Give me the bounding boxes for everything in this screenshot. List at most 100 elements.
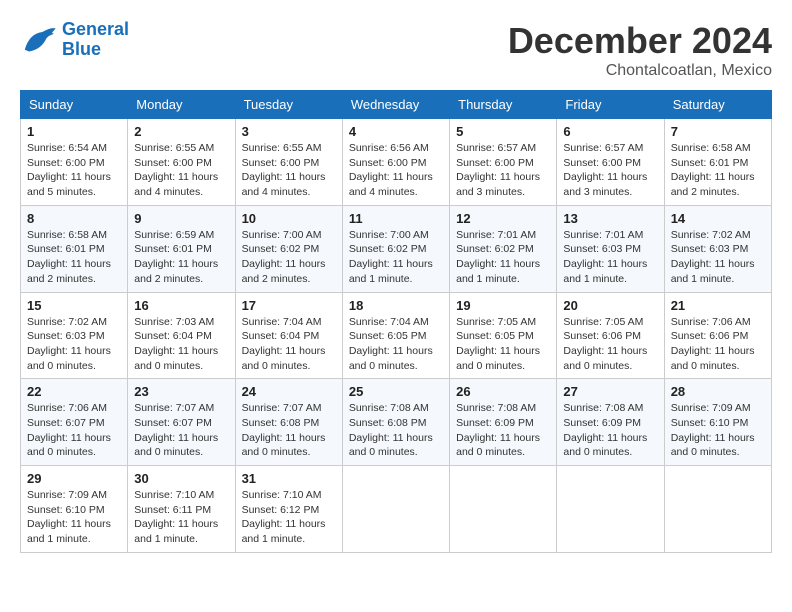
calendar-day-cell bbox=[342, 466, 449, 553]
day-number: 22 bbox=[27, 384, 121, 399]
day-info: Sunrise: 7:05 AM Sunset: 6:06 PM Dayligh… bbox=[563, 315, 657, 374]
day-info: Sunrise: 7:02 AM Sunset: 6:03 PM Dayligh… bbox=[27, 315, 121, 374]
calendar-week-row: 8Sunrise: 6:58 AM Sunset: 6:01 PM Daylig… bbox=[21, 205, 772, 292]
day-number: 7 bbox=[671, 124, 765, 139]
day-number: 26 bbox=[456, 384, 550, 399]
day-info: Sunrise: 7:03 AM Sunset: 6:04 PM Dayligh… bbox=[134, 315, 228, 374]
calendar-day-cell: 4Sunrise: 6:56 AM Sunset: 6:00 PM Daylig… bbox=[342, 119, 449, 206]
day-info: Sunrise: 7:10 AM Sunset: 6:12 PM Dayligh… bbox=[242, 488, 336, 547]
calendar-week-row: 1 Sunrise: 6:54 AM Sunset: 6:00 PM Daylig… bbox=[21, 119, 772, 206]
day-info: Sunrise: 6:59 AM Sunset: 6:01 PM Dayligh… bbox=[134, 228, 228, 287]
month-title: December 2024 bbox=[508, 20, 772, 62]
day-number: 29 bbox=[27, 471, 121, 486]
calendar-day-cell: 10 Sunrise: 7:00 AM Sunset: 6:02 PM Dayli… bbox=[235, 205, 342, 292]
day-number: 30 bbox=[134, 471, 228, 486]
day-info: Sunrise: 6:54 AM Sunset: 6:00 PM Dayligh… bbox=[27, 141, 121, 200]
calendar-day-cell: 20 Sunrise: 7:05 AM Sunset: 6:06 PM Dayli… bbox=[557, 292, 664, 379]
day-of-week-header: Saturday bbox=[664, 91, 771, 119]
day-number: 14 bbox=[671, 211, 765, 226]
day-number: 10 bbox=[242, 211, 336, 226]
calendar-day-cell: 30 Sunrise: 7:10 AM Sunset: 6:11 PM Dayli… bbox=[128, 466, 235, 553]
day-info: Sunrise: 7:02 AM Sunset: 6:03 PM Dayligh… bbox=[671, 228, 765, 287]
calendar-day-cell: 1 Sunrise: 6:54 AM Sunset: 6:00 PM Daylig… bbox=[21, 119, 128, 206]
calendar-day-cell: 29 Sunrise: 7:09 AM Sunset: 6:10 PM Dayli… bbox=[21, 466, 128, 553]
calendar-day-cell: 5 Sunrise: 6:57 AM Sunset: 6:00 PM Daylig… bbox=[450, 119, 557, 206]
day-number: 20 bbox=[563, 298, 657, 313]
day-info: Sunrise: 7:04 AM Sunset: 6:04 PM Dayligh… bbox=[242, 315, 336, 374]
calendar-week-row: 22 Sunrise: 7:06 AM Sunset: 6:07 PM Dayli… bbox=[21, 379, 772, 466]
day-info: Sunrise: 7:09 AM Sunset: 6:10 PM Dayligh… bbox=[27, 488, 121, 547]
day-number: 25 bbox=[349, 384, 443, 399]
day-of-week-header: Monday bbox=[128, 91, 235, 119]
day-number: 23 bbox=[134, 384, 228, 399]
logo-text: General Blue bbox=[62, 20, 129, 60]
day-of-week-header: Tuesday bbox=[235, 91, 342, 119]
calendar-week-row: 15Sunrise: 7:02 AM Sunset: 6:03 PM Dayli… bbox=[21, 292, 772, 379]
day-of-week-header: Wednesday bbox=[342, 91, 449, 119]
day-number: 1 bbox=[27, 124, 121, 139]
day-of-week-header: Friday bbox=[557, 91, 664, 119]
day-info: Sunrise: 7:06 AM Sunset: 6:07 PM Dayligh… bbox=[27, 401, 121, 460]
day-number: 17 bbox=[242, 298, 336, 313]
calendar-day-cell: 16 Sunrise: 7:03 AM Sunset: 6:04 PM Dayli… bbox=[128, 292, 235, 379]
day-number: 16 bbox=[134, 298, 228, 313]
calendar-day-cell: 12Sunrise: 7:01 AM Sunset: 6:02 PM Dayli… bbox=[450, 205, 557, 292]
calendar-week-row: 29 Sunrise: 7:09 AM Sunset: 6:10 PM Dayli… bbox=[21, 466, 772, 553]
day-number: 5 bbox=[456, 124, 550, 139]
calendar-day-cell: 26 Sunrise: 7:08 AM Sunset: 6:09 PM Dayli… bbox=[450, 379, 557, 466]
calendar-header-row: SundayMondayTuesdayWednesdayThursdayFrid… bbox=[21, 91, 772, 119]
day-number: 11 bbox=[349, 211, 443, 226]
calendar-day-cell: 8Sunrise: 6:58 AM Sunset: 6:01 PM Daylig… bbox=[21, 205, 128, 292]
day-info: Sunrise: 7:10 AM Sunset: 6:11 PM Dayligh… bbox=[134, 488, 228, 547]
calendar-day-cell: 7 Sunrise: 6:58 AM Sunset: 6:01 PM Daylig… bbox=[664, 119, 771, 206]
calendar-day-cell: 19Sunrise: 7:05 AM Sunset: 6:05 PM Dayli… bbox=[450, 292, 557, 379]
day-info: Sunrise: 7:05 AM Sunset: 6:05 PM Dayligh… bbox=[456, 315, 550, 374]
day-number: 27 bbox=[563, 384, 657, 399]
calendar-day-cell: 2 Sunrise: 6:55 AM Sunset: 6:00 PM Daylig… bbox=[128, 119, 235, 206]
calendar-day-cell: 25 Sunrise: 7:08 AM Sunset: 6:08 PM Dayli… bbox=[342, 379, 449, 466]
day-of-week-header: Sunday bbox=[21, 91, 128, 119]
day-info: Sunrise: 6:55 AM Sunset: 6:00 PM Dayligh… bbox=[134, 141, 228, 200]
day-number: 8 bbox=[27, 211, 121, 226]
calendar-day-cell: 22 Sunrise: 7:06 AM Sunset: 6:07 PM Dayli… bbox=[21, 379, 128, 466]
day-number: 28 bbox=[671, 384, 765, 399]
calendar-day-cell: 21Sunrise: 7:06 AM Sunset: 6:06 PM Dayli… bbox=[664, 292, 771, 379]
calendar-day-cell: 17 Sunrise: 7:04 AM Sunset: 6:04 PM Dayli… bbox=[235, 292, 342, 379]
calendar-day-cell bbox=[450, 466, 557, 553]
day-number: 2 bbox=[134, 124, 228, 139]
calendar-day-cell bbox=[557, 466, 664, 553]
calendar-day-cell: 24Sunrise: 7:07 AM Sunset: 6:08 PM Dayli… bbox=[235, 379, 342, 466]
logo-icon bbox=[20, 25, 56, 55]
location: Chontalcoatlan, Mexico bbox=[508, 62, 772, 80]
day-info: Sunrise: 6:55 AM Sunset: 6:00 PM Dayligh… bbox=[242, 141, 336, 200]
calendar-day-cell: 11Sunrise: 7:00 AM Sunset: 6:02 PM Dayli… bbox=[342, 205, 449, 292]
day-number: 3 bbox=[242, 124, 336, 139]
day-number: 9 bbox=[134, 211, 228, 226]
calendar-day-cell: 3 Sunrise: 6:55 AM Sunset: 6:00 PM Daylig… bbox=[235, 119, 342, 206]
day-info: Sunrise: 6:57 AM Sunset: 6:00 PM Dayligh… bbox=[456, 141, 550, 200]
day-info: Sunrise: 7:07 AM Sunset: 6:07 PM Dayligh… bbox=[134, 401, 228, 460]
page-header: General Blue December 2024 Chontalcoatla… bbox=[20, 20, 772, 80]
calendar-day-cell: 18Sunrise: 7:04 AM Sunset: 6:05 PM Dayli… bbox=[342, 292, 449, 379]
calendar-day-cell: 27 Sunrise: 7:08 AM Sunset: 6:09 PM Dayli… bbox=[557, 379, 664, 466]
day-of-week-header: Thursday bbox=[450, 91, 557, 119]
day-number: 6 bbox=[563, 124, 657, 139]
calendar-day-cell: 13 Sunrise: 7:01 AM Sunset: 6:03 PM Dayli… bbox=[557, 205, 664, 292]
day-info: Sunrise: 7:08 AM Sunset: 6:09 PM Dayligh… bbox=[563, 401, 657, 460]
day-info: Sunrise: 7:00 AM Sunset: 6:02 PM Dayligh… bbox=[242, 228, 336, 287]
day-info: Sunrise: 7:08 AM Sunset: 6:09 PM Dayligh… bbox=[456, 401, 550, 460]
calendar-day-cell bbox=[664, 466, 771, 553]
day-number: 31 bbox=[242, 471, 336, 486]
day-info: Sunrise: 7:01 AM Sunset: 6:03 PM Dayligh… bbox=[563, 228, 657, 287]
day-info: Sunrise: 6:58 AM Sunset: 6:01 PM Dayligh… bbox=[671, 141, 765, 200]
day-info: Sunrise: 7:07 AM Sunset: 6:08 PM Dayligh… bbox=[242, 401, 336, 460]
title-block: December 2024 Chontalcoatlan, Mexico bbox=[508, 20, 772, 80]
calendar-day-cell: 6Sunrise: 6:57 AM Sunset: 6:00 PM Daylig… bbox=[557, 119, 664, 206]
calendar-table: SundayMondayTuesdayWednesdayThursdayFrid… bbox=[20, 90, 772, 553]
calendar-day-cell: 28Sunrise: 7:09 AM Sunset: 6:10 PM Dayli… bbox=[664, 379, 771, 466]
day-number: 13 bbox=[563, 211, 657, 226]
day-info: Sunrise: 7:04 AM Sunset: 6:05 PM Dayligh… bbox=[349, 315, 443, 374]
day-info: Sunrise: 7:08 AM Sunset: 6:08 PM Dayligh… bbox=[349, 401, 443, 460]
calendar-day-cell: 15Sunrise: 7:02 AM Sunset: 6:03 PM Dayli… bbox=[21, 292, 128, 379]
day-number: 4 bbox=[349, 124, 443, 139]
